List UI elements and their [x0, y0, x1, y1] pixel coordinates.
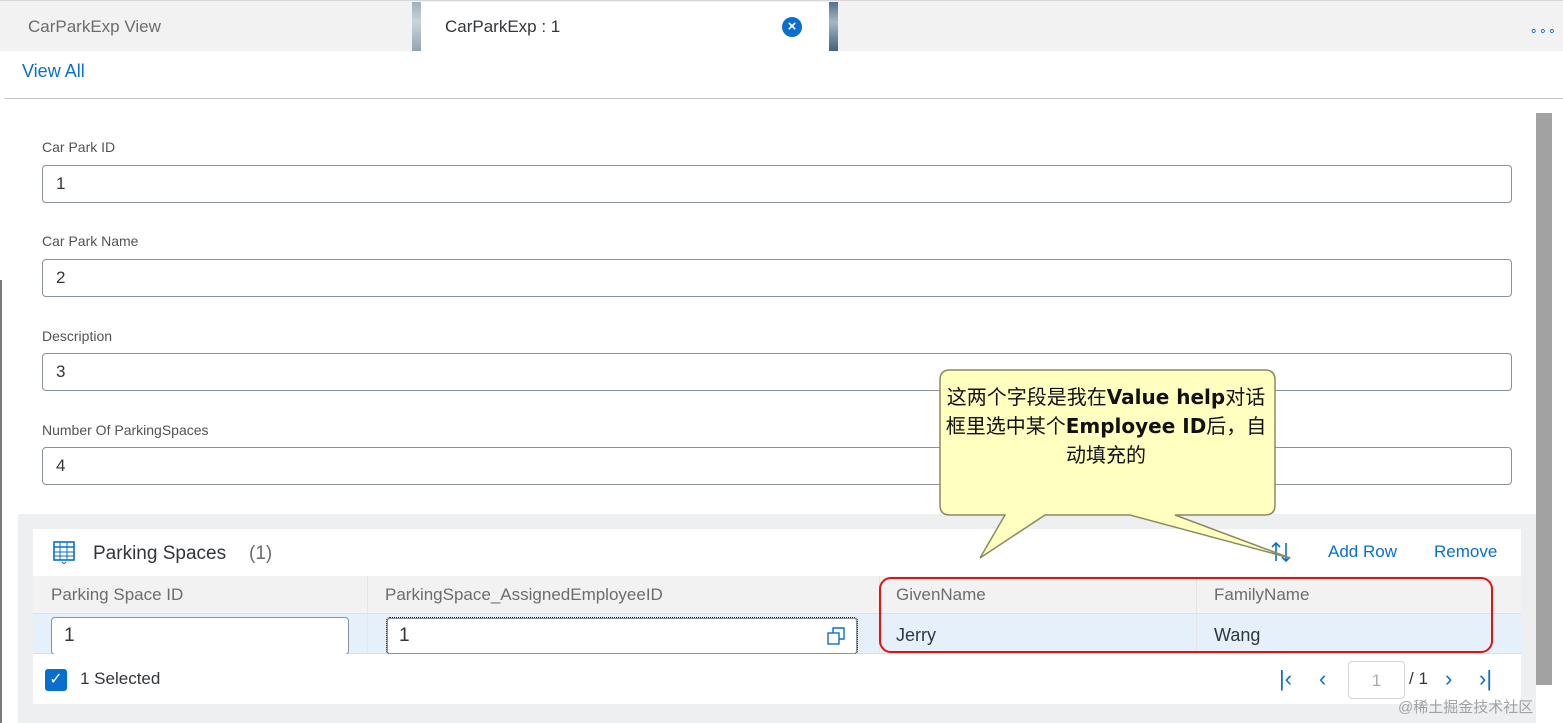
- assigned-employee-id-input[interactable]: 1: [386, 617, 858, 655]
- callout-text: 这两个字段是我在Value help对话框里选中某个Employee ID后，自…: [945, 383, 1267, 470]
- previous-page-icon[interactable]: ‹: [1319, 668, 1326, 690]
- page-total: / 1: [1409, 669, 1428, 688]
- callout-bold: Value help: [1106, 385, 1226, 409]
- parking-space-id-input[interactable]: 1: [51, 617, 349, 655]
- nav-bar: View All: [4, 51, 1563, 99]
- selected-count: 1 Selected: [80, 669, 161, 688]
- table-row-count: (1): [249, 543, 273, 564]
- description-input[interactable]: 3: [42, 353, 1512, 391]
- tab-separator: [829, 2, 838, 52]
- table-footer: ✓ 1 Selected |‹ ‹ 1 / 1 › ›|: [33, 654, 1521, 704]
- tab-label: CarParkExp View: [28, 17, 161, 36]
- tab-bar: CarParkExp View CarParkExp : 1 × ∘∘∘: [0, 0, 1563, 52]
- car-park-id-label: Car Park ID: [42, 139, 116, 155]
- column-header-assigned-employee-id[interactable]: ParkingSpace_AssignedEmployeeID: [385, 585, 663, 605]
- watermark: @稀土掘金技术社区: [1398, 699, 1534, 716]
- number-of-parking-spaces-input[interactable]: 4: [42, 447, 1512, 485]
- column-divider: [367, 576, 368, 654]
- view-all-link[interactable]: View All: [22, 61, 85, 82]
- vertical-scrollbar[interactable]: [1536, 113, 1552, 685]
- callout-bold: Employee ID: [1065, 414, 1207, 438]
- value-help-icon[interactable]: [827, 627, 845, 645]
- select-all-checkbox[interactable]: ✓: [45, 669, 67, 691]
- tab-carparkexp-1[interactable]: CarParkExp : 1 ×: [421, 2, 829, 52]
- add-row-button[interactable]: Add Row: [1328, 542, 1397, 562]
- tab-label: CarParkExp : 1: [445, 17, 561, 36]
- car-park-id-input[interactable]: 1: [42, 165, 1512, 203]
- table-icon: [53, 541, 75, 564]
- tab-separator: [412, 2, 421, 52]
- column-header-parking-space-id[interactable]: Parking Space ID: [51, 585, 183, 605]
- sort-icon[interactable]: [1268, 539, 1294, 565]
- highlight-box: [879, 577, 1493, 653]
- tab-carparkexp-view[interactable]: CarParkExp View: [4, 2, 412, 52]
- description-label: Description: [42, 328, 113, 344]
- remove-button[interactable]: Remove: [1434, 542, 1497, 562]
- first-page-icon[interactable]: |‹: [1279, 668, 1292, 690]
- car-park-name-label: Car Park Name: [42, 233, 139, 249]
- callout-line: 这两个字段是我在: [946, 385, 1107, 409]
- last-page-icon[interactable]: ›|: [1479, 668, 1492, 690]
- left-edge-divider: [0, 280, 2, 723]
- close-icon[interactable]: ×: [782, 17, 802, 37]
- table-title: Parking Spaces: [93, 543, 227, 564]
- next-page-icon[interactable]: ›: [1445, 668, 1452, 690]
- assigned-employee-id-value: 1: [399, 625, 410, 646]
- page-number-input[interactable]: 1: [1348, 661, 1405, 699]
- number-of-parking-spaces-label: Number Of ParkingSpaces: [42, 422, 209, 438]
- overflow-menu-icon[interactable]: ∘∘∘: [1530, 23, 1557, 39]
- car-park-name-input[interactable]: 2: [42, 259, 1512, 297]
- tab-bar-empty: [838, 2, 1563, 52]
